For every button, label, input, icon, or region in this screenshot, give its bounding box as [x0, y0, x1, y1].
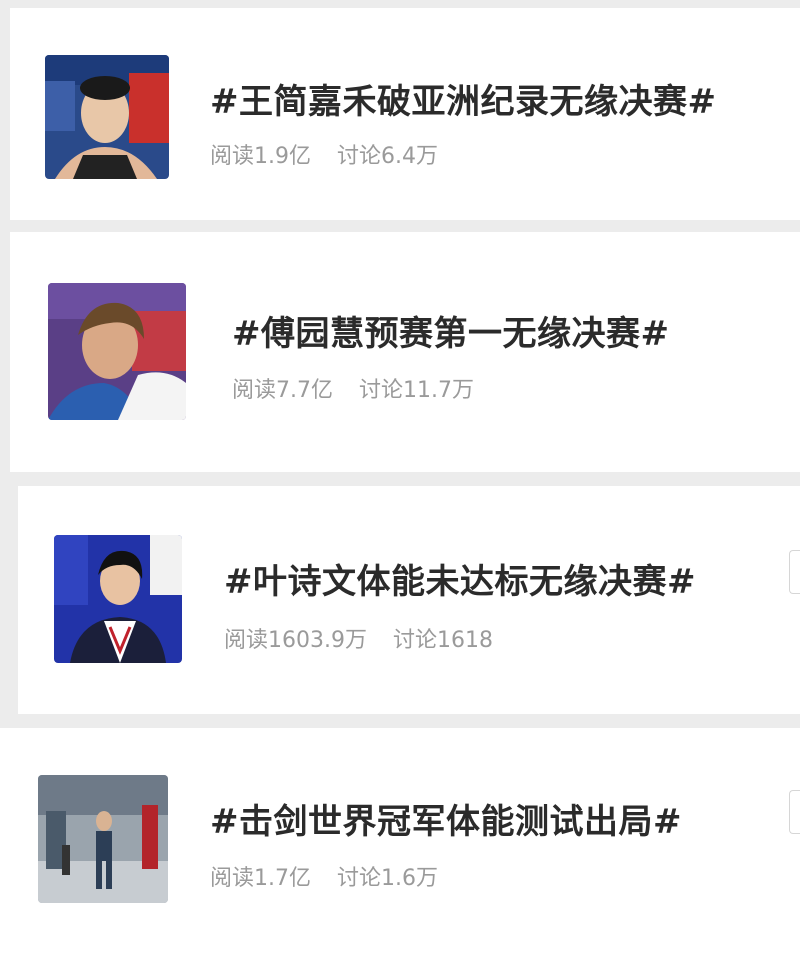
- topic-title[interactable]: #叶诗文体能未达标无缘决赛#: [224, 554, 696, 603]
- topic-stats: 阅读1.9亿 讨论6.4万: [210, 138, 438, 170]
- topic-stats: 阅读1603.9万 讨论1618: [224, 622, 493, 654]
- fencer-photo-icon: [38, 775, 168, 903]
- topic-thumbnail[interactable]: [38, 775, 168, 903]
- topic-title[interactable]: #王简嘉禾破亚洲纪录无缘决赛#: [210, 74, 716, 123]
- topic-thumbnail[interactable]: [45, 55, 169, 179]
- follow-button-edge[interactable]: [789, 550, 800, 594]
- read-count: 阅读1.7亿: [210, 866, 311, 891]
- read-count: 阅读7.7亿: [232, 378, 333, 403]
- swimmer-photo-icon: [45, 55, 169, 179]
- topic-thumbnail[interactable]: [54, 535, 182, 663]
- topic-card[interactable]: #王简嘉禾破亚洲纪录无缘决赛# 阅读1.9亿 讨论6.4万: [10, 8, 800, 220]
- read-count: 阅读1603.9万: [224, 628, 367, 653]
- swimmer-photo-icon: [48, 283, 186, 420]
- topic-title[interactable]: #击剑世界冠军体能测试出局#: [210, 794, 682, 843]
- follow-button-edge[interactable]: [789, 790, 800, 834]
- topic-card[interactable]: #击剑世界冠军体能测试出局# 阅读1.7亿 讨论1.6万: [0, 728, 800, 956]
- topic-stats: 阅读7.7亿 讨论11.7万: [232, 372, 474, 404]
- topic-title[interactable]: #傅园慧预赛第一无缘决赛#: [232, 306, 669, 355]
- topic-thumbnail[interactable]: [48, 283, 186, 420]
- topic-card[interactable]: #傅园慧预赛第一无缘决赛# 阅读7.7亿 讨论11.7万: [10, 232, 800, 472]
- swimmer-photo-icon: [54, 535, 182, 663]
- discussion-count: 讨论6.4万: [337, 144, 438, 169]
- read-count: 阅读1.9亿: [210, 144, 311, 169]
- topic-stats: 阅读1.7亿 讨论1.6万: [210, 860, 438, 892]
- topic-card[interactable]: #叶诗文体能未达标无缘决赛# 阅读1603.9万 讨论1618: [18, 486, 800, 714]
- discussion-count: 讨论11.7万: [359, 378, 474, 403]
- discussion-count: 讨论1.6万: [337, 866, 438, 891]
- discussion-count: 讨论1618: [392, 628, 493, 653]
